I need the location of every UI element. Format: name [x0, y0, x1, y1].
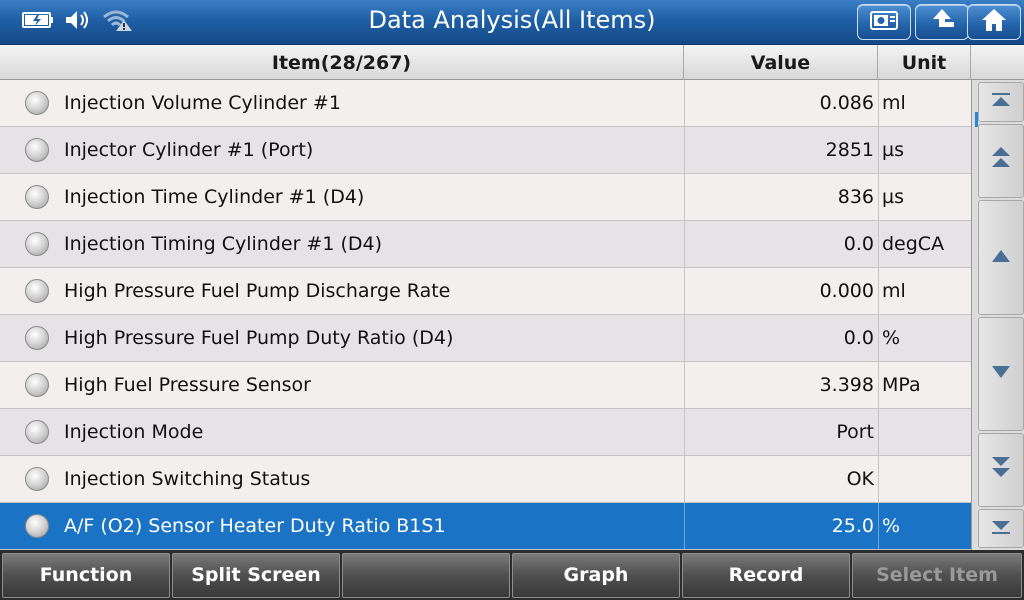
item-name: Injection Switching Status — [64, 468, 311, 490]
row-selector[interactable] — [0, 362, 60, 408]
home-button[interactable] — [967, 4, 1021, 40]
data-row[interactable]: Injection Switching Status OK — [0, 456, 971, 503]
row-selector[interactable] — [0, 409, 60, 455]
item-name: Injection Time Cylinder #1 (D4) — [64, 186, 365, 208]
data-row[interactable]: Injection Volume Cylinder #1 0.086 ml — [0, 80, 971, 127]
row-selector[interactable] — [0, 315, 60, 361]
split-screen-button[interactable]: Split Screen — [172, 553, 340, 598]
data-row[interactable]: Injection Time Cylinder #1 (D4) 836 µs — [0, 174, 971, 221]
item-unit: degCA — [878, 221, 971, 267]
radio-bullet-icon — [25, 279, 49, 303]
item-name: Injection Mode — [64, 421, 204, 443]
data-list: Injection Volume Cylinder #1 0.086 ml In… — [0, 80, 971, 550]
scroll-bottom-icon — [989, 519, 1013, 539]
scroll-bottom-button[interactable] — [978, 509, 1024, 548]
row-selector[interactable] — [0, 268, 60, 314]
item-name: High Pressure Fuel Pump Duty Ratio (D4) — [64, 327, 454, 349]
scroll-top-icon — [989, 92, 1013, 112]
screenshot-button[interactable] — [857, 4, 911, 40]
item-unit: µs — [878, 127, 971, 173]
table-header: Item(28/267) Value Unit — [0, 45, 1024, 80]
item-value: 0.0 — [684, 315, 874, 361]
row-selector[interactable] — [0, 174, 60, 220]
line-down-button[interactable] — [978, 317, 1024, 431]
item-name: Injection Volume Cylinder #1 — [64, 92, 341, 114]
item-value: OK — [684, 456, 874, 502]
item-value: 2851 — [684, 127, 874, 173]
item-name: Injection Timing Cylinder #1 (D4) — [64, 233, 383, 255]
line-down-icon — [989, 364, 1013, 384]
item-unit: ml — [878, 80, 971, 126]
row-selector[interactable] — [0, 221, 60, 267]
page-up-icon — [989, 146, 1013, 176]
radio-bullet-icon — [25, 467, 49, 491]
item-value: 0.000 — [684, 268, 874, 314]
radio-bullet-icon — [25, 138, 49, 162]
item-unit: µs — [878, 174, 971, 220]
item-unit: % — [878, 503, 971, 549]
item-unit: ml — [878, 268, 971, 314]
item-value: 0.086 — [684, 80, 874, 126]
radio-bullet-icon — [25, 326, 49, 350]
radio-bullet-icon — [25, 185, 49, 209]
data-row[interactable]: High Pressure Fuel Pump Duty Ratio (D4) … — [0, 315, 971, 362]
column-header-unit: Unit — [878, 45, 971, 80]
item-name: High Fuel Pressure Sensor — [64, 374, 311, 396]
title-bar: Data Analysis(All Items) — [0, 0, 1024, 45]
column-header-item[interactable]: Item(28/267) — [0, 45, 684, 80]
radio-bullet-icon — [25, 373, 49, 397]
column-header-spacer — [971, 45, 1024, 80]
item-value: 0.0 — [684, 221, 874, 267]
item-value: 836 — [684, 174, 874, 220]
radio-bullet-icon — [25, 91, 49, 115]
select-item-button[interactable]: Select Item — [852, 553, 1022, 598]
row-selector[interactable] — [0, 127, 60, 173]
radio-bullet-icon — [25, 232, 49, 256]
function-button[interactable]: Function — [2, 553, 170, 598]
back-icon — [927, 7, 957, 37]
row-selector[interactable] — [0, 456, 60, 502]
row-selector[interactable] — [0, 503, 60, 549]
item-value: Port — [684, 409, 874, 455]
screenshot-icon — [869, 8, 899, 36]
empty-button[interactable] — [342, 553, 510, 598]
function-bar: Function Split Screen Graph Record Selec… — [0, 550, 1024, 600]
graph-button[interactable]: Graph — [512, 553, 680, 598]
back-button[interactable] — [915, 4, 969, 40]
item-unit: MPa — [878, 362, 971, 408]
data-row-selected[interactable]: A/F (O2) Sensor Heater Duty Ratio B1S1 2… — [0, 503, 971, 550]
data-row[interactable]: Injection Mode Port — [0, 409, 971, 456]
home-icon — [980, 7, 1008, 37]
item-unit — [878, 456, 971, 502]
line-up-icon — [989, 248, 1013, 268]
page-down-icon — [989, 455, 1013, 485]
page-up-button[interactable] — [978, 124, 1024, 198]
column-header-value: Value — [684, 45, 878, 80]
row-selector[interactable] — [0, 80, 60, 126]
item-name: Injector Cylinder #1 (Port) — [64, 139, 314, 161]
scroll-top-button[interactable] — [978, 82, 1024, 122]
radio-bullet-icon — [25, 514, 49, 538]
item-name: High Pressure Fuel Pump Discharge Rate — [64, 280, 451, 302]
data-row[interactable]: Injector Cylinder #1 (Port) 2851 µs — [0, 127, 971, 174]
data-row[interactable]: High Fuel Pressure Sensor 3.398 MPa — [0, 362, 971, 409]
data-row[interactable]: High Pressure Fuel Pump Discharge Rate 0… — [0, 268, 971, 315]
item-unit — [878, 409, 971, 455]
item-name: A/F (O2) Sensor Heater Duty Ratio B1S1 — [64, 515, 446, 537]
item-value: 25.0 — [684, 503, 874, 549]
scroll-panel — [971, 80, 1024, 550]
page-down-button[interactable] — [978, 433, 1024, 507]
item-unit: % — [878, 315, 971, 361]
item-value: 3.398 — [684, 362, 874, 408]
data-row[interactable]: Injection Timing Cylinder #1 (D4) 0.0 de… — [0, 221, 971, 268]
line-up-button[interactable] — [978, 200, 1024, 315]
radio-bullet-icon — [25, 420, 49, 444]
record-button[interactable]: Record — [682, 553, 850, 598]
